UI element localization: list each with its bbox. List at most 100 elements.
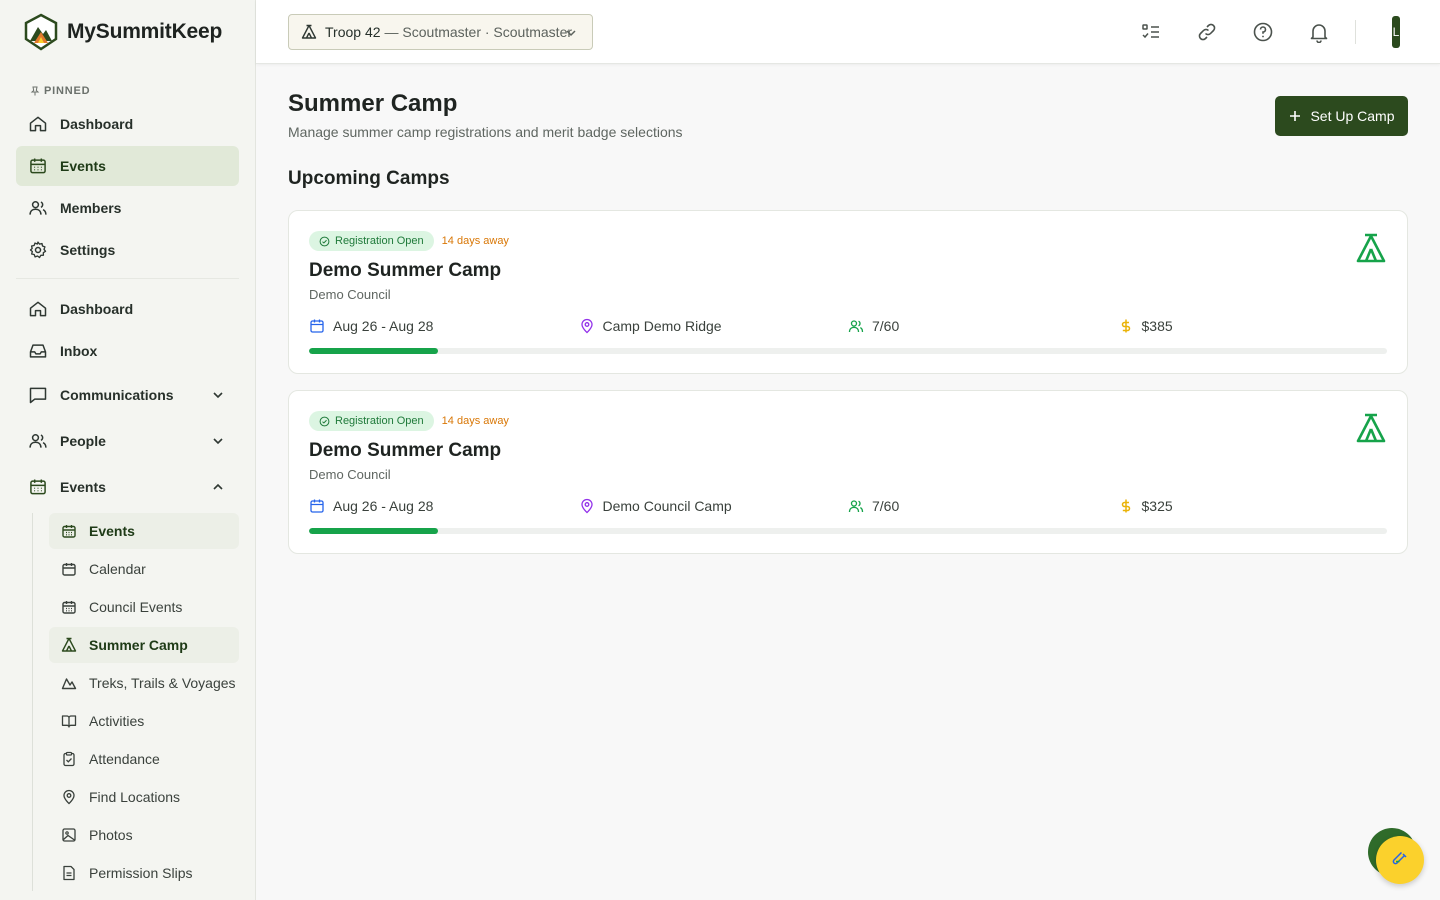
nav-label: Settings [60, 242, 116, 258]
pin-icon [30, 86, 40, 96]
divider [1355, 20, 1356, 44]
message-icon [29, 387, 47, 404]
test-tube-icon [1392, 852, 1407, 865]
camp-council: Demo Council [309, 287, 391, 302]
status-badge: Registration Open [309, 411, 434, 431]
clipboard-icon [63, 751, 75, 767]
sub-label: Calendar [89, 561, 146, 577]
plus-icon [1290, 111, 1301, 121]
camp-card[interactable]: Registration Open 14 days away Demo Summ… [288, 390, 1408, 554]
home-icon [29, 116, 47, 132]
pinned-item-members[interactable]: Members [16, 188, 239, 228]
sub-label: Attendance [89, 751, 160, 767]
home-icon [29, 301, 47, 317]
sub-item-permission-slips[interactable]: Permission Slips [49, 855, 239, 891]
camp-location: Demo Council Camp [579, 498, 849, 514]
sub-item-calendar[interactable]: Calendar [49, 551, 239, 587]
sidebar-item-events[interactable]: Events [16, 465, 239, 509]
topbar: Troop 42 — Scoutmaster · Scoutmaster L [256, 0, 1440, 64]
nav-label: Events [60, 479, 106, 495]
sub-item-treks[interactable]: Treks, Trails & Voyages [49, 665, 239, 701]
users-icon [29, 201, 47, 215]
sub-item-attendance[interactable]: Attendance [49, 741, 239, 777]
calendar-icon [62, 525, 76, 538]
users-icon [29, 434, 47, 448]
sub-label: Permission Slips [89, 865, 193, 881]
sidebar-item-people[interactable]: People [16, 419, 239, 463]
sub-item-activities[interactable]: Activities [49, 703, 239, 739]
sidebar: MySummitKeep PINNED Dashboard Events Mem… [0, 0, 256, 900]
nav-label: Inbox [60, 343, 98, 359]
pinned-item-settings[interactable]: Settings [16, 230, 239, 270]
check-circle-icon [319, 416, 330, 426]
brand[interactable]: MySummitKeep [0, 0, 255, 64]
dev-tools-button[interactable] [1376, 836, 1424, 884]
notifications-button[interactable] [1303, 16, 1335, 48]
camp-price: $385 [1118, 318, 1388, 334]
book-icon [61, 715, 77, 728]
divider [16, 278, 239, 279]
camp-capacity: 7/60 [848, 498, 1118, 514]
sidebar-item-communications[interactable]: Communications [16, 373, 239, 417]
section-title: Upcoming Camps [288, 168, 450, 189]
camp-dates: Aug 26 - Aug 28 [309, 318, 579, 334]
nav-label: Dashboard [60, 116, 134, 132]
events-submenu: Events Calendar Council Events Summer Ca… [32, 513, 255, 891]
link-icon [1198, 23, 1216, 41]
progress-fill [309, 528, 439, 534]
nav-label: Dashboard [60, 301, 134, 317]
camp-meta: Aug 26 - Aug 28 Demo Council Camp 7/60 $… [309, 496, 1387, 516]
sub-item-photos[interactable]: Photos [49, 817, 239, 853]
chevron-down-icon [566, 30, 576, 37]
check-circle-icon [319, 236, 330, 246]
sub-label: Activities [89, 713, 145, 729]
sub-item-events[interactable]: Events [49, 513, 239, 549]
link-button[interactable] [1191, 16, 1223, 48]
button-label: Set Up Camp [1310, 108, 1395, 124]
pinned-label: PINNED [0, 78, 255, 104]
checklist-button[interactable] [1135, 16, 1167, 48]
camp-capacity: 7/60 [848, 318, 1118, 334]
sub-label: Council Events [89, 599, 183, 615]
brand-name: MySummitKeep [67, 20, 223, 43]
dollar-icon [1121, 499, 1130, 513]
camp-price: $325 [1118, 498, 1388, 514]
registration-progress [309, 348, 1387, 354]
sub-label: Photos [89, 827, 133, 843]
calendar-icon [30, 158, 46, 174]
nav-label: Members [60, 200, 122, 216]
chevron-down-icon [213, 392, 223, 399]
main-content: Summer Camp Manage summer camp registrat… [288, 64, 1408, 554]
calendar-icon [62, 601, 76, 614]
tent-icon [301, 24, 317, 39]
pinned-item-dashboard[interactable]: Dashboard [16, 104, 239, 144]
camp-card[interactable]: Registration Open 14 days away Demo Summ… [288, 210, 1408, 374]
set-up-camp-button[interactable]: Set Up Camp [1275, 96, 1408, 136]
calendar-icon [30, 479, 46, 495]
camp-meta: Aug 26 - Aug 28 Camp Demo Ridge 7/60 $38… [309, 316, 1387, 336]
sub-label: Summer Camp [89, 637, 188, 653]
gear-icon [29, 241, 47, 259]
tent-icon [61, 637, 77, 652]
help-button[interactable] [1247, 16, 1279, 48]
avatar[interactable]: L [1392, 16, 1400, 48]
sidebar-item-inbox[interactable]: Inbox [16, 331, 239, 371]
sub-item-find-locations[interactable]: Find Locations [49, 779, 239, 815]
troop-role: — Scoutmaster · Scoutmaster [384, 24, 573, 40]
pinned-item-events[interactable]: Events [16, 146, 239, 186]
nav-label: Communications [60, 387, 174, 403]
tent-icon [1356, 413, 1386, 443]
sidebar-item-dashboard[interactable]: Dashboard [16, 289, 239, 329]
days-away: 14 days away [441, 235, 509, 247]
troop-selector[interactable]: Troop 42 — Scoutmaster · Scoutmaster [288, 14, 593, 50]
map-pin-icon [580, 498, 593, 514]
tent-icon [1356, 233, 1386, 263]
progress-fill [309, 348, 439, 354]
sub-item-council-events[interactable]: Council Events [49, 589, 239, 625]
inbox-icon [29, 344, 47, 358]
nav-label: Events [60, 158, 106, 174]
sub-item-summer-camp[interactable]: Summer Camp [49, 627, 239, 663]
troop-name: Troop 42 [325, 24, 381, 40]
chevron-down-icon [213, 438, 223, 445]
days-away: 14 days away [441, 415, 509, 427]
